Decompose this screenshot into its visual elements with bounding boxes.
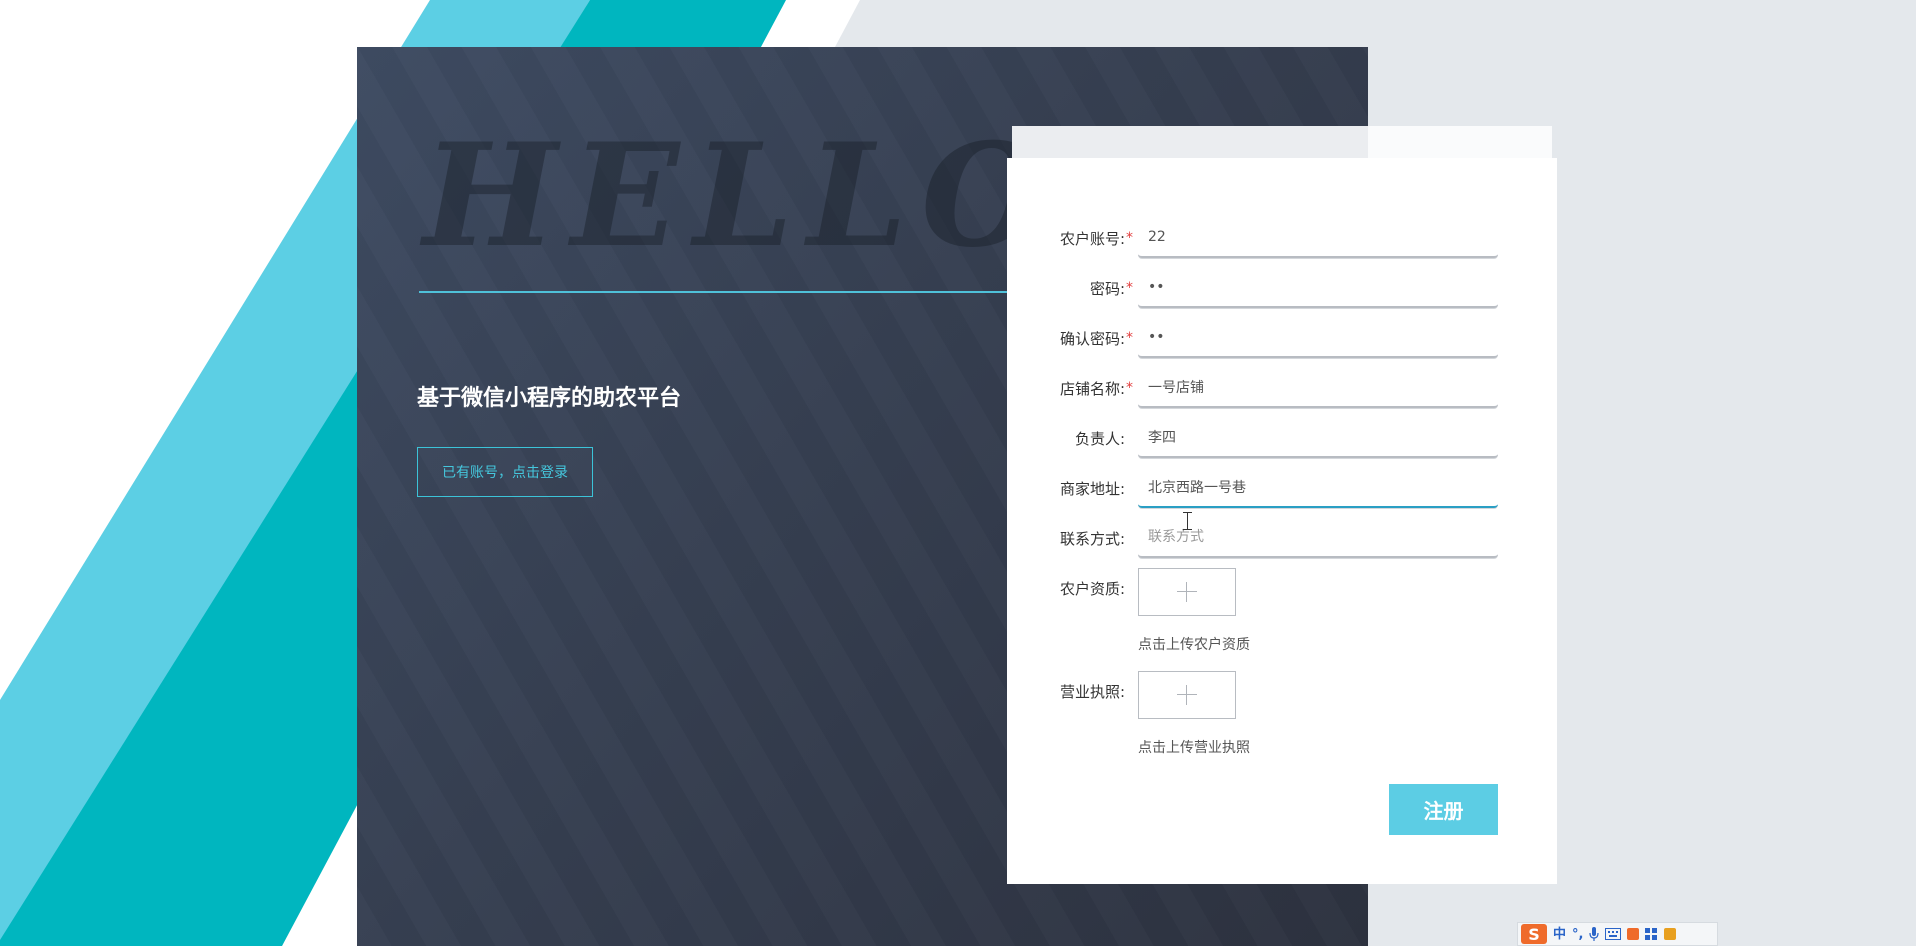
qualification-label: 农户资质:: [1059, 580, 1125, 598]
apps-icon[interactable]: [1645, 927, 1658, 941]
required-mark: *: [1126, 380, 1133, 396]
confirm-password-label: 确认密码:: [1059, 330, 1125, 348]
microphone-icon[interactable]: [1589, 927, 1600, 941]
contact-label: 联系方式:: [1059, 530, 1125, 548]
password-label: 密码:: [1089, 280, 1125, 298]
keyboard-icon[interactable]: [1605, 928, 1622, 940]
card-header-strip-right: [1368, 126, 1552, 158]
tools-icon[interactable]: [1664, 928, 1677, 940]
required-mark: *: [1126, 330, 1133, 346]
ime-toolbar: S 中 °,: [1517, 922, 1718, 946]
form-row-password: 密码: *: [1007, 268, 1557, 308]
skin-icon[interactable]: [1627, 928, 1640, 940]
account-input[interactable]: [1138, 218, 1498, 258]
shop-name-label: 店铺名称:: [1059, 380, 1125, 398]
address-input[interactable]: [1138, 468, 1498, 508]
confirm-password-input[interactable]: [1138, 318, 1498, 358]
platform-title: 基于微信小程序的助农平台: [417, 386, 682, 411]
manager-label: 负责人:: [1074, 430, 1125, 448]
form-row-confirm-password: 确认密码: *: [1007, 318, 1557, 358]
plus-icon: [1177, 685, 1197, 705]
license-upload-hint: 点击上传营业执照: [1138, 740, 1250, 756]
register-button[interactable]: 注册: [1389, 784, 1498, 835]
address-label: 商家地址:: [1059, 480, 1125, 498]
form-row-address: 商家地址:: [1007, 468, 1557, 508]
hello-watermark: HELLO: [423, 113, 1059, 279]
registration-form: 农户账号: * 密码: * 确认密码: * 店铺名称: * 负责人: 商家地址:…: [1007, 158, 1557, 884]
required-mark: *: [1126, 280, 1133, 296]
password-input[interactable]: [1138, 268, 1498, 308]
sogou-logo-icon[interactable]: S: [1521, 924, 1547, 944]
plus-icon: [1177, 582, 1197, 602]
text-cursor-icon: [1183, 512, 1193, 530]
license-label: 营业执照:: [1059, 683, 1125, 701]
form-row-shop-name: 店铺名称: *: [1007, 368, 1557, 408]
qualification-upload-button[interactable]: [1138, 568, 1236, 616]
ime-punctuation-toggle[interactable]: °,: [1572, 928, 1583, 941]
manager-input[interactable]: [1138, 418, 1498, 458]
ime-mode-toggle[interactable]: 中: [1553, 928, 1566, 941]
qualification-upload-hint: 点击上传农户资质: [1138, 637, 1250, 653]
account-label: 农户账号:: [1059, 230, 1125, 248]
shop-name-input[interactable]: [1138, 368, 1498, 408]
form-row-contact: 联系方式:: [1007, 518, 1557, 558]
form-row-account: 农户账号: *: [1007, 218, 1557, 258]
license-upload-button[interactable]: [1138, 671, 1236, 719]
login-link-button[interactable]: 已有账号，点击登录: [417, 447, 593, 497]
form-row-manager: 负责人:: [1007, 418, 1557, 458]
required-mark: *: [1126, 230, 1133, 246]
